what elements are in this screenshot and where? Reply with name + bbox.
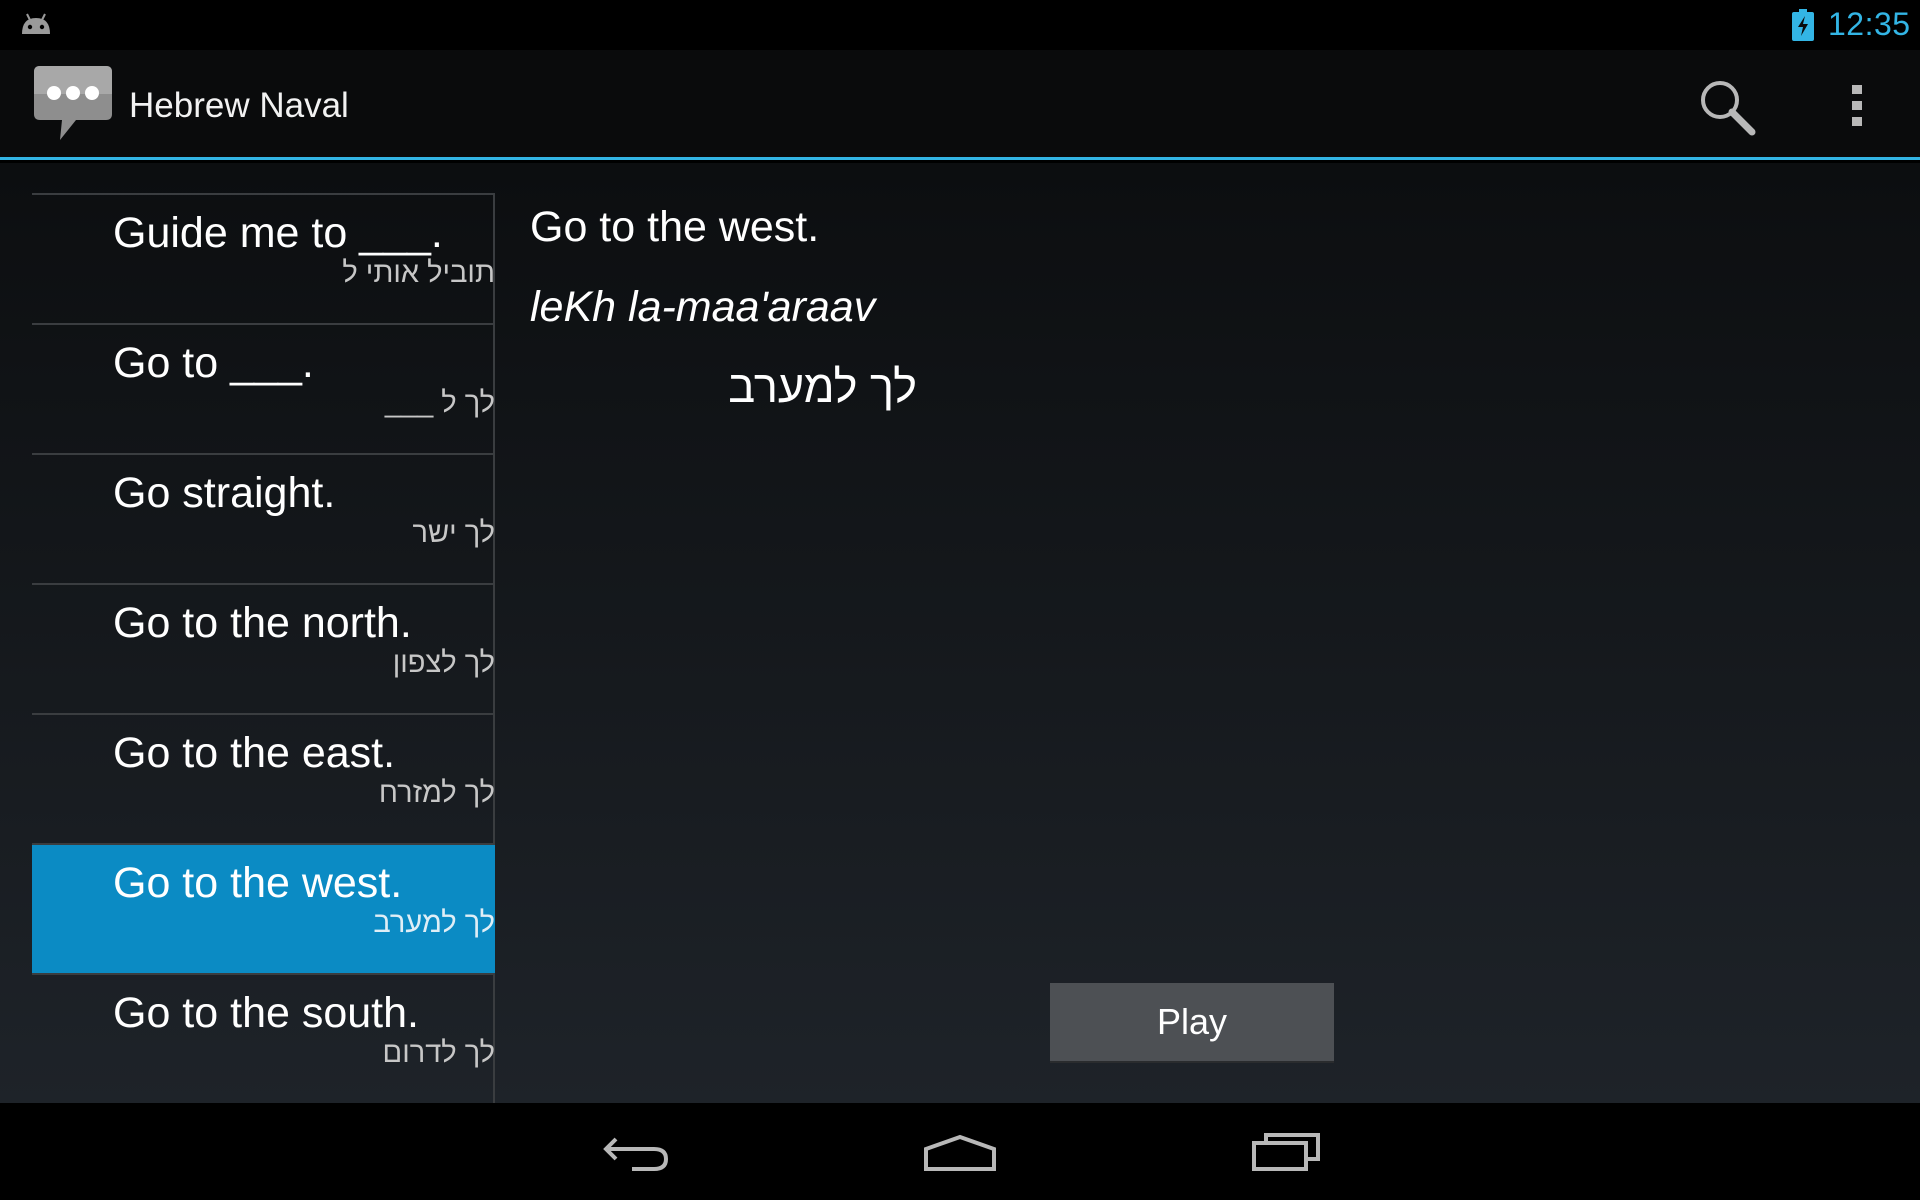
app-title: Hebrew Naval <box>129 86 349 125</box>
phrase-detail: Go to the west. leKh la-maa'araav לך למע… <box>530 163 1920 1103</box>
phrase-hebrew: לך למזרח <box>378 777 495 809</box>
detail-hebrew: לך למערב <box>728 361 917 412</box>
phrase-hebrew: לך למערב <box>373 907 495 939</box>
overflow-menu-icon[interactable] <box>1850 83 1864 129</box>
list-item[interactable]: Go straight. לך ישר <box>32 455 495 585</box>
home-icon[interactable] <box>922 1133 998 1173</box>
phrase-english: Go to the south. <box>113 989 419 1037</box>
list-item-selected[interactable]: Go to the west. לך למערב <box>32 845 495 975</box>
phrase-english: Go to ___. <box>113 339 314 387</box>
android-icon <box>22 13 50 34</box>
phrase-hebrew: לך ל ___ <box>384 387 495 419</box>
list-item[interactable]: Go to the north. לך לצפון <box>32 585 495 715</box>
play-button[interactable]: Play <box>1050 983 1334 1063</box>
list-item[interactable]: Go to the south. לך לדרום <box>32 975 495 1105</box>
battery-charging-icon <box>1792 9 1814 41</box>
detail-english: Go to the west. <box>530 203 820 251</box>
list-item[interactable]: Guide me to ___. תוביל אותי ל <box>32 195 495 325</box>
phrase-hebrew: לך לצפון <box>392 647 495 679</box>
back-icon[interactable] <box>602 1133 672 1173</box>
detail-transliteration: leKh la-maa'araav <box>530 283 876 331</box>
phrase-english: Go to the west. <box>113 859 403 907</box>
action-bar: Hebrew Naval <box>0 50 1920 160</box>
recent-apps-icon[interactable] <box>1250 1131 1322 1173</box>
phrase-hebrew: תוביל אותי ל <box>342 257 495 289</box>
status-clock: 12:35 <box>1828 6 1911 42</box>
phrase-english: Go to the east. <box>113 729 396 777</box>
phrase-list[interactable]: Guide me to ___. תוביל אותי ל Go to ___.… <box>32 193 495 1105</box>
search-icon[interactable] <box>1698 78 1756 136</box>
phrase-english: Go to the north. <box>113 599 412 647</box>
phrase-hebrew: לך ישר <box>412 517 495 549</box>
list-item[interactable]: Go to the east. לך למזרח <box>32 715 495 845</box>
navigation-bar <box>0 1103 1920 1200</box>
phrase-hebrew: לך לדרום <box>382 1037 495 1069</box>
main-content: Guide me to ___. תוביל אותי ל Go to ___.… <box>0 163 1920 1105</box>
list-item[interactable]: Go to ___. לך ל ___ <box>32 325 495 455</box>
phrase-english: Go straight. <box>113 469 336 517</box>
speech-bubble-icon[interactable] <box>32 64 114 144</box>
phrase-english: Guide me to ___. <box>113 209 443 257</box>
status-bar: 12:35 <box>0 0 1920 50</box>
